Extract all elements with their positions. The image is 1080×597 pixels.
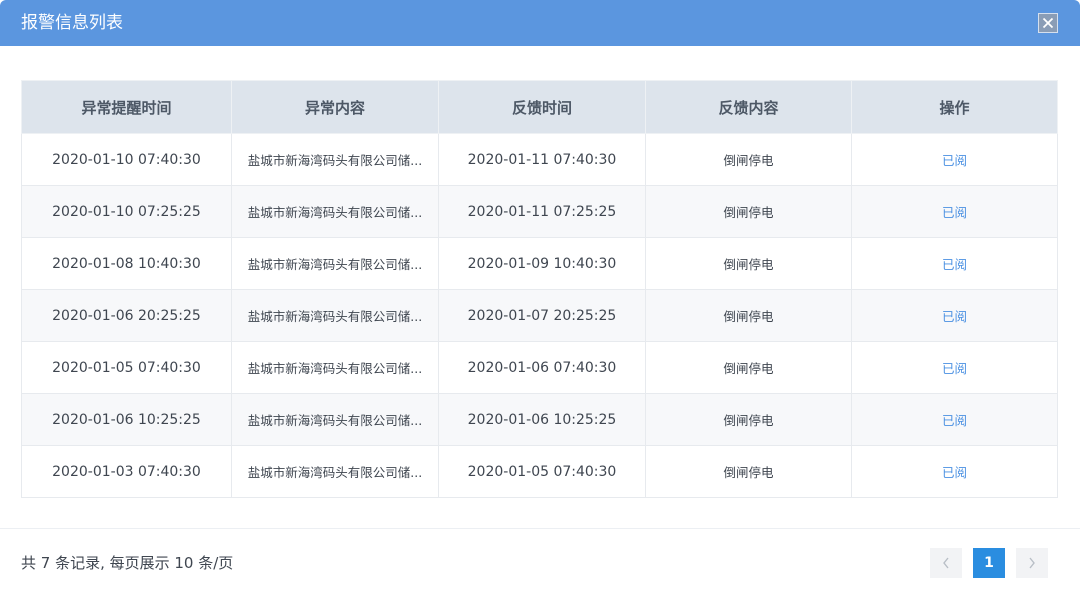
feedback-time-cell: 2020-01-09 10:40:30 bbox=[438, 237, 646, 290]
content-cell: 盐城市新海湾码头有限公司储... bbox=[231, 289, 439, 342]
record-summary: 共 7 条记录, 每页展示 10 条/页 bbox=[21, 554, 234, 572]
read-link[interactable]: 已阅 bbox=[942, 309, 967, 324]
column-header-content: 异常内容 bbox=[231, 80, 439, 134]
table-row: 2020-01-06 10:25:25 盐城市新海湾码头有限公司储... 202… bbox=[21, 393, 1058, 446]
feedback-time-cell: 2020-01-11 07:25:25 bbox=[438, 185, 646, 238]
alarm-table: 异常提醒时间 异常内容 反馈时间 反馈内容 操作 2020-01-10 07:4… bbox=[21, 80, 1058, 498]
feedback-cell: 倒闸停电 bbox=[645, 133, 852, 186]
alarm-list-dialog: 报警信息列表 异常提醒时间 异常内容 反馈时间 反馈内容 操作 2020-01-… bbox=[0, 0, 1080, 597]
prev-page-button[interactable] bbox=[930, 548, 962, 578]
alert-time-cell: 2020-01-10 07:25:25 bbox=[21, 185, 232, 238]
page-button-current[interactable]: 1 bbox=[973, 548, 1005, 578]
alert-time-cell: 2020-01-06 20:25:25 bbox=[21, 289, 232, 342]
close-icon bbox=[1042, 17, 1054, 29]
read-link[interactable]: 已阅 bbox=[942, 257, 967, 272]
feedback-time-cell: 2020-01-06 07:40:30 bbox=[438, 341, 646, 394]
feedback-time-cell: 2020-01-11 07:40:30 bbox=[438, 133, 646, 186]
feedback-cell: 倒闸停电 bbox=[645, 393, 852, 446]
next-page-button[interactable] bbox=[1016, 548, 1048, 578]
pagination: 1 bbox=[930, 548, 1048, 578]
table-body: 2020-01-10 07:40:30 盐城市新海湾码头有限公司储... 202… bbox=[21, 133, 1058, 498]
dialog-title: 报警信息列表 bbox=[21, 13, 123, 33]
read-link[interactable]: 已阅 bbox=[942, 361, 967, 376]
feedback-cell: 倒闸停电 bbox=[645, 289, 852, 342]
table-row: 2020-01-08 10:40:30 盐城市新海湾码头有限公司储... 202… bbox=[21, 237, 1058, 290]
feedback-cell: 倒闸停电 bbox=[645, 237, 852, 290]
table-row: 2020-01-03 07:40:30 盐城市新海湾码头有限公司储... 202… bbox=[21, 445, 1058, 498]
chevron-right-icon bbox=[1029, 557, 1035, 569]
table-row: 2020-01-06 20:25:25 盐城市新海湾码头有限公司储... 202… bbox=[21, 289, 1058, 342]
alarm-table-container: 异常提醒时间 异常内容 反馈时间 反馈内容 操作 2020-01-10 07:4… bbox=[21, 80, 1058, 498]
action-cell: 已阅 bbox=[851, 341, 1058, 394]
action-cell: 已阅 bbox=[851, 445, 1058, 498]
table-row: 2020-01-05 07:40:30 盐城市新海湾码头有限公司储... 202… bbox=[21, 341, 1058, 394]
alert-time-cell: 2020-01-08 10:40:30 bbox=[21, 237, 232, 290]
close-button[interactable] bbox=[1038, 13, 1058, 33]
feedback-cell: 倒闸停电 bbox=[645, 341, 852, 394]
content-cell: 盐城市新海湾码头有限公司储... bbox=[231, 133, 439, 186]
feedback-cell: 倒闸停电 bbox=[645, 445, 852, 498]
alert-time-cell: 2020-01-03 07:40:30 bbox=[21, 445, 232, 498]
action-cell: 已阅 bbox=[851, 133, 1058, 186]
content-cell: 盐城市新海湾码头有限公司储... bbox=[231, 393, 439, 446]
action-cell: 已阅 bbox=[851, 393, 1058, 446]
feedback-time-cell: 2020-01-06 10:25:25 bbox=[438, 393, 646, 446]
column-header-feedback: 反馈内容 bbox=[645, 80, 852, 134]
table-header: 异常提醒时间 异常内容 反馈时间 反馈内容 操作 bbox=[21, 80, 1058, 134]
feedback-cell: 倒闸停电 bbox=[645, 185, 852, 238]
action-cell: 已阅 bbox=[851, 185, 1058, 238]
read-link[interactable]: 已阅 bbox=[942, 465, 967, 480]
feedback-time-cell: 2020-01-07 20:25:25 bbox=[438, 289, 646, 342]
content-cell: 盐城市新海湾码头有限公司储... bbox=[231, 341, 439, 394]
action-cell: 已阅 bbox=[851, 237, 1058, 290]
dialog-header: 报警信息列表 bbox=[0, 0, 1080, 46]
action-cell: 已阅 bbox=[851, 289, 1058, 342]
alert-time-cell: 2020-01-06 10:25:25 bbox=[21, 393, 232, 446]
content-cell: 盐城市新海湾码头有限公司储... bbox=[231, 237, 439, 290]
read-link[interactable]: 已阅 bbox=[942, 413, 967, 428]
read-link[interactable]: 已阅 bbox=[942, 153, 967, 168]
content-cell: 盐城市新海湾码头有限公司储... bbox=[231, 185, 439, 238]
read-link[interactable]: 已阅 bbox=[942, 205, 967, 220]
alert-time-cell: 2020-01-05 07:40:30 bbox=[21, 341, 232, 394]
feedback-time-cell: 2020-01-05 07:40:30 bbox=[438, 445, 646, 498]
table-row: 2020-01-10 07:25:25 盐城市新海湾码头有限公司储... 202… bbox=[21, 185, 1058, 238]
footer-divider bbox=[0, 528, 1080, 529]
column-header-action: 操作 bbox=[851, 80, 1058, 134]
column-header-feedback-time: 反馈时间 bbox=[438, 80, 646, 134]
alert-time-cell: 2020-01-10 07:40:30 bbox=[21, 133, 232, 186]
chevron-left-icon bbox=[943, 557, 949, 569]
content-cell: 盐城市新海湾码头有限公司储... bbox=[231, 445, 439, 498]
column-header-alert-time: 异常提醒时间 bbox=[21, 80, 232, 134]
table-row: 2020-01-10 07:40:30 盐城市新海湾码头有限公司储... 202… bbox=[21, 133, 1058, 186]
